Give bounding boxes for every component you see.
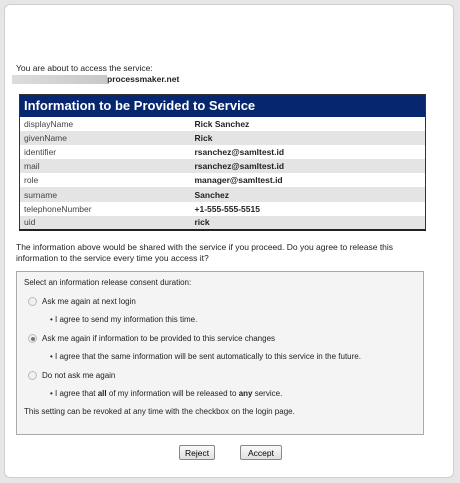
revoke-note: This setting can be revoked at any time …: [24, 407, 295, 416]
table-title: Information to be Provided to Service: [19, 94, 426, 117]
attribute-name: displayName: [24, 118, 74, 129]
table-row: surname Sanchez: [19, 187, 426, 202]
intro-text: You are about to access the service:: [16, 63, 153, 73]
radio-info-changes[interactable]: [28, 334, 37, 343]
option-desc: I agree that all of my information will …: [50, 389, 416, 398]
attribute-name: surname: [19, 187, 192, 202]
attribute-name: telephoneNumber: [24, 203, 92, 214]
attributes-table: Information to be Provided to Service di…: [19, 94, 426, 231]
radio-do-not-ask[interactable]: [28, 371, 37, 380]
release-question: The information above would be shared wi…: [16, 242, 394, 263]
desc-part: I agree that: [55, 389, 98, 398]
attribute-name: role: [24, 175, 39, 186]
table-row: uid rick: [19, 215, 426, 230]
attribute-value: +1-555-555-5515: [194, 203, 260, 214]
service-suffix: processmaker.net: [107, 74, 180, 84]
attribute-value: Sanchez: [191, 187, 426, 202]
accept-button[interactable]: Accept: [240, 445, 282, 460]
option-do-not-ask[interactable]: Do not ask me again: [24, 371, 416, 380]
redacted-area: [12, 74, 107, 84]
table-row: mail rsanchez@samltest.id: [19, 159, 426, 174]
attribute-name: mail: [19, 159, 192, 174]
option-label: Ask me again at next login: [42, 297, 136, 306]
option-desc: I agree that the same information will b…: [50, 352, 416, 361]
attribute-value: rick: [191, 215, 426, 230]
option-next-login[interactable]: Ask me again at next login: [24, 297, 416, 306]
attribute-name: identifier: [24, 146, 57, 157]
table-row: telephoneNumber +1-555-555-5515: [20, 202, 426, 216]
table-row: role manager@samltest.id: [20, 173, 426, 187]
attribute-name: givenName: [19, 130, 192, 145]
option-label: Do not ask me again: [42, 371, 116, 380]
consent-duration-box: Select an information release consent du…: [16, 271, 424, 435]
attribute-value: rsanchez@samltest.id: [191, 159, 426, 174]
option-desc: I agree to send my information this time…: [50, 315, 416, 324]
consent-label: Select an information release consent du…: [24, 278, 192, 287]
attribute-value: manager@samltest.id: [194, 175, 283, 186]
attribute-value: rsanchez@samltest.id: [194, 146, 285, 157]
attribute-name: uid: [19, 215, 192, 230]
table-row: identifier rsanchez@samltest.id: [20, 145, 426, 159]
desc-part: of my information will be released to: [106, 389, 239, 398]
desc-part: service.: [252, 389, 283, 398]
service-name: processmaker.net: [12, 74, 179, 84]
table-row: displayName Rick Sanchez: [20, 117, 426, 131]
option-label: Ask me again if information to be provid…: [42, 334, 276, 343]
attribute-value: Rick: [191, 130, 426, 145]
table-row: givenName Rick: [19, 130, 426, 145]
option-info-changes[interactable]: Ask me again if information to be provid…: [24, 334, 416, 343]
desc-bold: any: [238, 389, 253, 398]
desc-bold: all: [97, 389, 107, 398]
reject-button[interactable]: Reject: [179, 445, 216, 460]
radio-next-login[interactable]: [28, 297, 37, 306]
attribute-value: Rick Sanchez: [194, 118, 250, 129]
